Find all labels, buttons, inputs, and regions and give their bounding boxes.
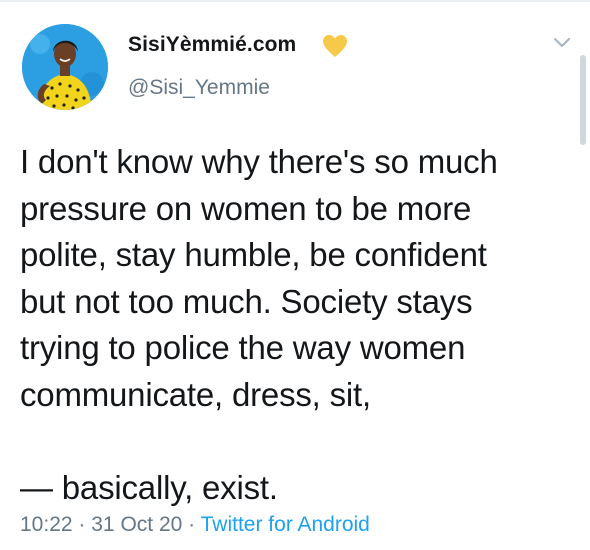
tweet-meta: 10:22 · 31 Oct 20 · Twitter for Android <box>20 513 370 537</box>
display-name[interactable]: SisiYèmmié.com <box>128 33 296 57</box>
chevron-down-icon[interactable] <box>552 36 572 50</box>
user-handle[interactable]: @Sisi_Yemmie <box>128 76 270 100</box>
meta-separator: · <box>188 513 196 536</box>
top-divider <box>0 0 590 2</box>
yellow-heart-icon <box>323 35 347 57</box>
tweet-time: 10:22 <box>20 513 73 536</box>
tweet-text: I don't know why there's so much pressur… <box>20 143 498 506</box>
avatar[interactable] <box>22 24 108 110</box>
tweet-date: 31 Oct 20 <box>91 513 183 536</box>
tweet-source-link[interactable]: Twitter for Android <box>201 513 370 536</box>
meta-separator: · <box>78 513 86 536</box>
scrollbar[interactable] <box>580 55 586 145</box>
avatar-image <box>22 24 108 110</box>
